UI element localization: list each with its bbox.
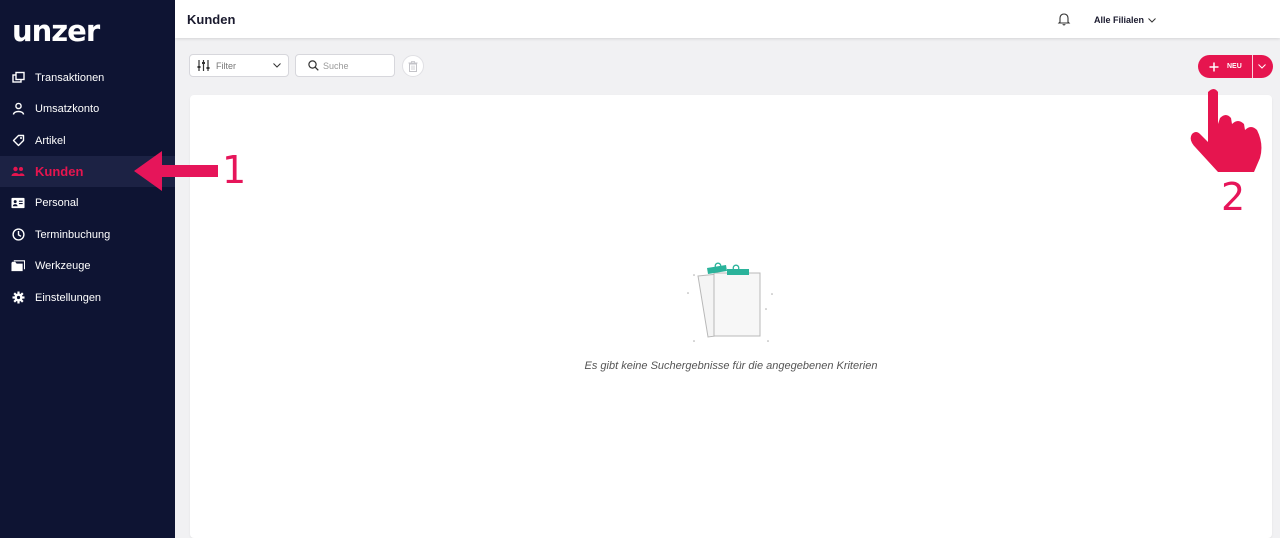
page-title: Kunden [187, 12, 236, 27]
tag-icon [11, 134, 25, 148]
branch-selector[interactable]: Alle Filialen [1094, 15, 1156, 25]
bell-icon[interactable] [1057, 12, 1071, 26]
search-icon [308, 60, 319, 71]
search-placeholder: Suche [323, 60, 349, 71]
sidebar-item-label: Terminbuchung [35, 228, 111, 241]
sidebar-item-label: Einstellungen [35, 291, 102, 304]
new-button-label: NEU [1227, 63, 1242, 70]
user-icon [11, 102, 25, 116]
id-card-icon [11, 196, 25, 210]
sidebar-item-label: Personal [35, 196, 79, 209]
customer-list-panel: Es gibt keine Suchergebnisse für die ang… [190, 95, 1272, 538]
top-bar: Kunden Alle Filialen [175, 0, 1280, 38]
clock-icon [11, 228, 25, 242]
annotation-number-2: 2 [1221, 175, 1246, 219]
sidebar-item-label: Werkzeuge [35, 259, 91, 272]
sidebar-item-label: Kunden [35, 164, 84, 179]
annotation-number-1: 1 [222, 148, 247, 192]
filter-label: Filter [216, 60, 236, 71]
button-separator [1252, 55, 1253, 78]
customers-icon [11, 165, 25, 179]
search-input[interactable]: Suche [295, 54, 395, 77]
new-customer-button[interactable]: NEU [1198, 55, 1273, 78]
sidebar-item-label: Artikel [35, 134, 66, 147]
sidebar-item-einstellungen[interactable]: Einstellungen [0, 282, 175, 313]
chevron-down-icon [1148, 15, 1156, 25]
empty-state-message: Es gibt keine Suchergebnisse für die ang… [584, 360, 878, 372]
chevron-down-icon[interactable] [1258, 64, 1266, 69]
sidebar-item-label: Transaktionen [35, 71, 105, 84]
sidebar-item-label: Umsatzkonto [35, 102, 100, 115]
empty-clipboard-illustration [687, 262, 773, 342]
annotation-arrow-left [134, 151, 218, 191]
trash-icon [408, 60, 418, 72]
pointing-hand-icon [1190, 89, 1262, 172]
unzer-logo[interactable]: unzer [12, 14, 100, 48]
sidebar-item-werkzeuge[interactable]: Werkzeuge [0, 250, 175, 281]
plus-icon [1209, 62, 1219, 72]
sliders-icon [197, 59, 210, 72]
filter-dropdown[interactable]: Filter [189, 54, 289, 77]
delete-button[interactable] [402, 55, 424, 77]
sidebar-item-terminbuchung[interactable]: Terminbuchung [0, 219, 175, 250]
transactions-icon [11, 71, 25, 85]
branch-selector-label: Alle Filialen [1094, 15, 1145, 25]
sidebar-item-umsatzkonto[interactable]: Umsatzkonto [0, 93, 175, 124]
gear-icon [11, 291, 25, 305]
folder-icon [11, 259, 25, 273]
chevron-down-icon [273, 63, 281, 68]
sidebar: unzer Transaktionen Umsatzkonto Artikel … [0, 0, 175, 538]
sidebar-item-transaktionen[interactable]: Transaktionen [0, 62, 175, 93]
